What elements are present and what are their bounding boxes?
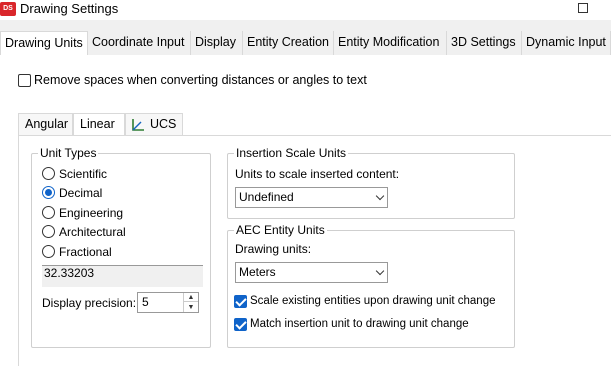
app-icon: DS (0, 2, 16, 16)
radio-fractional[interactable] (42, 245, 55, 258)
ucs-icon (132, 119, 144, 131)
scale-existing-checkbox[interactable] (234, 295, 247, 308)
stepper-down-icon[interactable]: ▼ (184, 303, 198, 312)
chevron-down-icon (375, 191, 385, 201)
drawing-units-select[interactable]: Meters (235, 262, 388, 283)
unit-types-group: Unit Types (31, 146, 211, 348)
tab-entity-creation[interactable]: Entity Creation (243, 31, 334, 55)
subtab-ucs-label: UCS (150, 117, 177, 131)
display-precision-stepper[interactable]: 5 ▲ ▼ (137, 292, 199, 313)
subtab-angular[interactable]: Angular (18, 113, 73, 135)
window-title: Drawing Settings (20, 1, 119, 16)
match-insertion-checkbox[interactable] (234, 318, 247, 331)
insertion-scale-value: Undefined (239, 190, 294, 204)
scale-existing-label[interactable]: Scale existing entities upon drawing uni… (250, 295, 496, 307)
stepper-up-icon[interactable]: ▲ (184, 293, 198, 302)
tab-entity-modification[interactable]: Entity Modification (334, 31, 447, 55)
insertion-scale-title: Insertion Scale Units (234, 146, 349, 160)
tab-drawing-units[interactable]: Drawing Units (0, 31, 88, 56)
radio-fractional-label[interactable]: Fractional (59, 245, 112, 259)
insertion-scale-group: Insertion Scale Units (227, 146, 515, 219)
tab-display[interactable]: Display (191, 31, 243, 55)
subtab-linear[interactable]: Linear (73, 113, 125, 136)
radio-decimal-label[interactable]: Decimal (59, 186, 102, 200)
radio-scientific-label[interactable]: Scientific (59, 167, 107, 181)
main-tab-bar: Drawing Units Coordinate Input Display E… (0, 31, 611, 56)
aec-units-title: AEC Entity Units (234, 223, 327, 237)
tab-coordinate-input[interactable]: Coordinate Input (88, 31, 191, 55)
radio-engineering-label[interactable]: Engineering (59, 206, 123, 220)
drawing-units-value: Meters (239, 265, 276, 279)
radio-scientific[interactable] (42, 167, 55, 180)
radio-decimal[interactable] (42, 186, 55, 199)
unit-types-title: Unit Types (38, 146, 99, 160)
unit-preview: 32.33203 (42, 265, 203, 287)
drawing-units-label: Drawing units: (235, 242, 312, 256)
chevron-down-icon (375, 266, 385, 276)
tab-dynamic-input[interactable]: Dynamic Input (522, 31, 611, 55)
restore-icon[interactable] (578, 3, 588, 13)
subtab-ucs[interactable]: UCS (125, 113, 183, 135)
tab-3d-settings[interactable]: 3D Settings (447, 31, 522, 55)
insertion-scale-label: Units to scale inserted content: (235, 167, 400, 181)
title-bar: DS Drawing Settings (0, 0, 611, 20)
stepper-buttons: ▲ ▼ (183, 293, 198, 312)
radio-architectural-label[interactable]: Architectural (59, 225, 126, 239)
insertion-scale-select[interactable]: Undefined (235, 187, 388, 208)
match-insertion-label[interactable]: Match insertion unit to drawing unit cha… (250, 318, 469, 330)
radio-engineering[interactable] (42, 206, 55, 219)
display-precision-label: Display precision: (42, 296, 137, 310)
display-precision-value[interactable]: 5 (142, 295, 149, 309)
radio-architectural[interactable] (42, 225, 55, 238)
remove-spaces-label[interactable]: Remove spaces when converting distances … (34, 73, 367, 87)
remove-spaces-checkbox[interactable] (18, 74, 31, 87)
